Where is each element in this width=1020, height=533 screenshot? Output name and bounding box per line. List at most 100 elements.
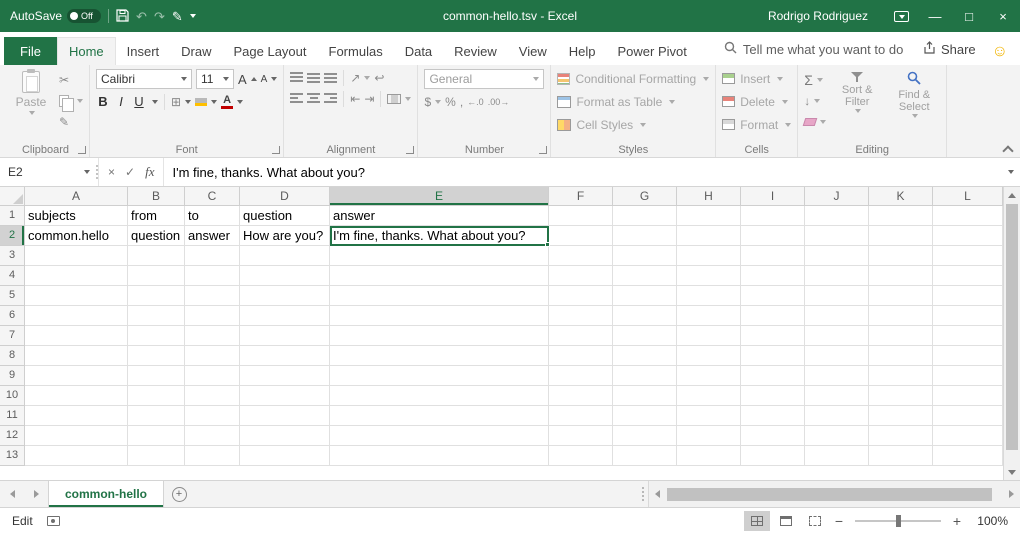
sheet-tab-common-hello[interactable]: common-hello	[48, 481, 164, 507]
align-middle-button[interactable]	[307, 69, 320, 86]
cell-G12[interactable]	[613, 426, 677, 446]
cell-A2[interactable]: common.hello	[25, 226, 128, 246]
decrease-decimal-button[interactable]: .00→	[488, 93, 510, 110]
cell-C11[interactable]	[185, 406, 240, 426]
cell-G9[interactable]	[613, 366, 677, 386]
cell-F1[interactable]	[549, 206, 613, 226]
cell-F4[interactable]	[549, 266, 613, 286]
cell-G8[interactable]	[613, 346, 677, 366]
cell-D6[interactable]	[240, 306, 330, 326]
fill-handle[interactable]	[545, 242, 550, 247]
cell-I12[interactable]	[741, 426, 805, 446]
insert-cells-button[interactable]: Insert	[722, 69, 791, 88]
cell-A13[interactable]	[25, 446, 128, 466]
cell-K10[interactable]	[869, 386, 933, 406]
format-cells-button[interactable]: Format	[722, 115, 791, 134]
tab-help[interactable]: Help	[558, 37, 607, 65]
cell-J7[interactable]	[805, 326, 869, 346]
normal-view-button[interactable]	[744, 511, 770, 531]
signed-in-user[interactable]: Rodrigo Rodriguez	[768, 9, 868, 23]
cell-L1[interactable]	[933, 206, 1003, 226]
cell-D3[interactable]	[240, 246, 330, 266]
cell-I13[interactable]	[741, 446, 805, 466]
cell-C2[interactable]: answer	[185, 226, 240, 246]
cell-H13[interactable]	[677, 446, 741, 466]
next-sheet-button[interactable]	[24, 481, 48, 507]
cell-H7[interactable]	[677, 326, 741, 346]
cell-F10[interactable]	[549, 386, 613, 406]
cell-I11[interactable]	[741, 406, 805, 426]
cell-E5[interactable]	[330, 286, 549, 306]
expand-formula-bar-button[interactable]	[998, 158, 1020, 186]
cell-D10[interactable]	[240, 386, 330, 406]
cell-E13[interactable]	[330, 446, 549, 466]
shrink-font-button[interactable]: A	[261, 71, 278, 88]
cell-J3[interactable]	[805, 246, 869, 266]
cell-C9[interactable]	[185, 366, 240, 386]
cell-J6[interactable]	[805, 306, 869, 326]
row-header-10[interactable]: 10	[0, 386, 25, 406]
cell-D8[interactable]	[240, 346, 330, 366]
cell-J4[interactable]	[805, 266, 869, 286]
cell-E9[interactable]	[330, 366, 549, 386]
format-painter-button[interactable]: ✎	[59, 113, 83, 130]
share-button[interactable]: Share	[923, 41, 976, 65]
cell-L8[interactable]	[933, 346, 1003, 366]
cell-H4[interactable]	[677, 266, 741, 286]
horizontal-scrollbar[interactable]	[648, 481, 1020, 507]
zoom-in-button[interactable]: +	[949, 514, 965, 528]
tab-page-layout[interactable]: Page Layout	[223, 37, 318, 65]
cell-D5[interactable]	[240, 286, 330, 306]
cell-J12[interactable]	[805, 426, 869, 446]
cell-D2[interactable]: How are you?	[240, 226, 330, 246]
cell-K4[interactable]	[869, 266, 933, 286]
copy-button[interactable]	[59, 92, 83, 109]
column-header-E[interactable]: E	[330, 187, 549, 206]
merge-center-button[interactable]	[387, 90, 411, 107]
cell-I10[interactable]	[741, 386, 805, 406]
previous-sheet-button[interactable]	[0, 481, 24, 507]
row-header-9[interactable]: 9	[0, 366, 25, 386]
bold-button[interactable]: B	[96, 95, 110, 108]
cell-A4[interactable]	[25, 266, 128, 286]
column-header-I[interactable]: I	[741, 187, 805, 206]
cell-L3[interactable]	[933, 246, 1003, 266]
vertical-scrollbar[interactable]	[1003, 187, 1020, 480]
cell-B11[interactable]	[128, 406, 185, 426]
cell-H6[interactable]	[677, 306, 741, 326]
cell-D7[interactable]	[240, 326, 330, 346]
paste-dropdown-icon[interactable]	[29, 111, 35, 115]
undo-icon[interactable]: ↶	[136, 10, 147, 23]
ribbon-display-options-icon[interactable]	[884, 0, 918, 32]
redo-icon[interactable]: ↷	[154, 10, 165, 23]
cell-C1[interactable]: to	[185, 206, 240, 226]
scroll-up-button[interactable]	[1004, 187, 1020, 203]
cell-G13[interactable]	[613, 446, 677, 466]
column-header-L[interactable]: L	[933, 187, 1003, 206]
cell-A3[interactable]	[25, 246, 128, 266]
cell-C10[interactable]	[185, 386, 240, 406]
cell-K7[interactable]	[869, 326, 933, 346]
cell-C13[interactable]	[185, 446, 240, 466]
comma-style-button[interactable]: ,	[460, 93, 463, 110]
cell-B6[interactable]	[128, 306, 185, 326]
cell-A5[interactable]	[25, 286, 128, 306]
cell-E4[interactable]	[330, 266, 549, 286]
cell-E6[interactable]	[330, 306, 549, 326]
accounting-format-button[interactable]: $	[424, 93, 441, 110]
cell-F9[interactable]	[549, 366, 613, 386]
cell-H12[interactable]	[677, 426, 741, 446]
cell-B7[interactable]	[128, 326, 185, 346]
cell-I3[interactable]	[741, 246, 805, 266]
tell-me-box[interactable]: Tell me what you want to do	[724, 41, 903, 65]
clear-button[interactable]	[804, 113, 826, 130]
find-select-button[interactable]: Find & Select	[888, 69, 940, 118]
cell-B5[interactable]	[128, 286, 185, 306]
cell-I6[interactable]	[741, 306, 805, 326]
cell-E7[interactable]	[330, 326, 549, 346]
cell-A8[interactable]	[25, 346, 128, 366]
row-header-5[interactable]: 5	[0, 286, 25, 306]
cell-L5[interactable]	[933, 286, 1003, 306]
cell-L13[interactable]	[933, 446, 1003, 466]
cell-H10[interactable]	[677, 386, 741, 406]
